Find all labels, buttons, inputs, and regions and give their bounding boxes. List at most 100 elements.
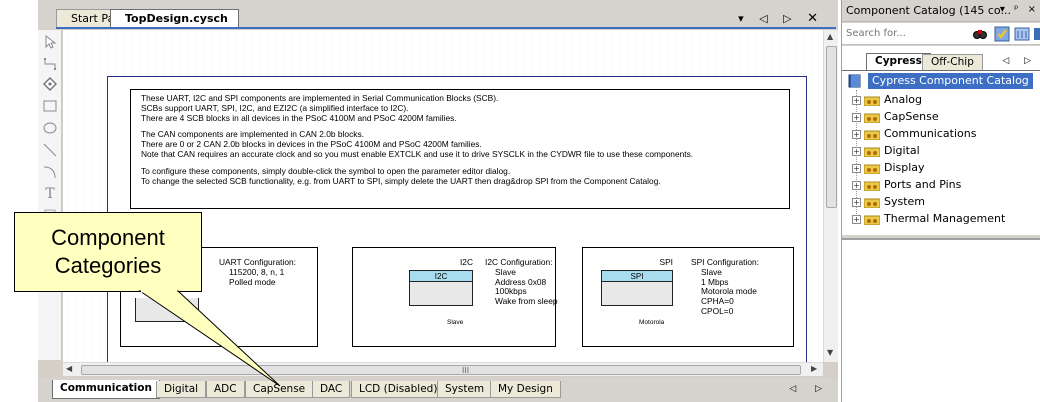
expand-icon[interactable]: + (852, 147, 861, 156)
expand-icon[interactable]: + (852, 113, 861, 122)
uart-symbol-mode: d (192, 311, 196, 319)
filter-icon[interactable] (994, 26, 1010, 42)
vertical-scroll-thumb[interactable] (826, 46, 837, 208)
schematic-canvas[interactable]: These UART, I2C and SPI components are i… (63, 30, 823, 362)
canvas-horizontal-scrollbar[interactable]: ◀ III ▶ (63, 362, 823, 376)
catalog-book-icon (848, 74, 862, 91)
i2c-config-text: I2C Configuration: Slave Address 0x08 10… (485, 257, 558, 307)
scroll-up-icon[interactable]: ▲ (827, 32, 833, 41)
catalog-title-buttons: ▾ ᵖ × (1000, 4, 1039, 15)
annotation-note[interactable]: These UART, I2C and SPI components are i… (130, 89, 790, 209)
tree-node-system[interactable]: + System (852, 195, 1038, 211)
tree-node-ports-and-pins[interactable]: + Ports and Pins (852, 178, 1038, 194)
panel-menu-icon[interactable]: ▾ (1000, 4, 1008, 15)
arc-tool-icon[interactable] (42, 164, 58, 180)
expand-icon[interactable]: + (852, 198, 861, 207)
pin-icon[interactable]: ᵖ (1014, 4, 1021, 15)
tree-node-thermal-management[interactable]: + Thermal Management (852, 212, 1038, 228)
catalog-root-label: Cypress Component Catalog (868, 73, 1033, 89)
text-tool-icon[interactable]: T (42, 186, 58, 202)
tab-list-dropdown-icon[interactable]: ▾ (738, 12, 750, 25)
expand-icon[interactable]: + (852, 164, 861, 173)
component-preview-pane (842, 238, 1040, 402)
catalog-root-node[interactable]: Cypress Component Catalog (848, 73, 1038, 89)
horizontal-scroll-thumb[interactable]: III (81, 365, 801, 375)
i2c-config-value: Wake from sleep (495, 296, 558, 307)
scroll-tabs-right-icon[interactable]: ▷ (783, 12, 797, 25)
find-icon[interactable] (972, 26, 988, 42)
sheet-tab-communication[interactable]: Communication (52, 380, 160, 399)
category-label: Digital (884, 144, 920, 157)
sheet-tab-capsense[interactable]: CapSense (245, 381, 314, 398)
canvas-vertical-scrollbar[interactable]: ▲ ▼ (823, 30, 838, 362)
uart-component-symbol[interactable]: d (135, 298, 199, 322)
spi-symbol-band: SPI (602, 271, 672, 282)
category-folder-icon (863, 214, 881, 226)
sheet-tab-system[interactable]: System (437, 381, 493, 398)
note-paragraph-scb: These UART, I2C and SPI components are i… (141, 93, 779, 123)
sheet-tab-adc[interactable]: ADC (206, 381, 245, 398)
note-line: There are 4 SCB blocks in all devices in… (141, 112, 457, 123)
tree-node-capsense[interactable]: + CapSense (852, 110, 1038, 126)
wire-tool-icon[interactable] (42, 56, 58, 72)
catalog-tree: Cypress Component Catalog + Analog + Cap… (842, 70, 1040, 235)
expand-icon[interactable]: + (852, 181, 861, 190)
category-folder-icon (863, 180, 881, 192)
category-label: Analog (884, 93, 923, 106)
expand-icon[interactable]: + (852, 130, 861, 139)
i2c-config-block: I2C I2C Slave I2C Configuration: Slave A… (352, 247, 558, 347)
schematic-page-tabs: Communication Digital ADC CapSense DAC L… (38, 378, 838, 402)
sheet-tab-my-design[interactable]: My Design (490, 381, 561, 398)
tab-topdesign[interactable]: TopDesign.cysch (110, 9, 239, 29)
line-tool-icon[interactable] (42, 142, 58, 158)
category-folder-icon (863, 163, 881, 175)
tree-node-analog[interactable]: + Analog (852, 93, 1038, 109)
spi-component-symbol[interactable]: SPI (601, 270, 673, 306)
datasheet-icon[interactable] (1034, 26, 1040, 42)
callout-label: Component Categories (14, 224, 202, 280)
i2c-instance-name: I2C (459, 257, 473, 267)
scroll-left-icon[interactable]: ◀ (66, 364, 72, 373)
ellipse-tool-icon[interactable] (42, 120, 58, 136)
schematic-editor: Start Page TopDesign.cysch ▾ ◁ ▷ ✕ T The… (38, 0, 838, 402)
sheet-tab-navigation: ◁ ▷ (789, 384, 830, 394)
sheet-tabs-right-icon[interactable]: ▷ (815, 384, 830, 394)
scroll-tabs-left-icon[interactable]: ◁ (759, 12, 773, 25)
category-label: CapSense (884, 110, 939, 123)
note-paragraph-can: The CAN components are implemented in CA… (141, 130, 779, 159)
close-panel-icon[interactable]: × (1028, 4, 1039, 15)
spi-instance-name: SPI (659, 257, 674, 267)
expand-icon[interactable]: + (852, 96, 861, 105)
catalog-tabs-left-icon[interactable]: ◁ (1002, 56, 1015, 66)
tree-node-display[interactable]: + Display (852, 161, 1038, 177)
catalog-search-bar (842, 23, 1040, 45)
scroll-right-icon[interactable]: ▶ (811, 364, 817, 373)
diamond-tool-icon[interactable] (42, 76, 58, 92)
sheet-tab-dac[interactable]: DAC (312, 381, 351, 398)
close-document-icon[interactable]: ✕ (807, 11, 824, 26)
tab-off-chip[interactable]: Off-Chip (922, 54, 983, 70)
pointer-tool-icon[interactable] (42, 34, 58, 50)
tree-node-communications[interactable]: + Communications (852, 127, 1038, 143)
catalog-title-bar: Component Catalog (145 co... ▾ ᵖ × (842, 0, 1040, 22)
active-tab-underline (56, 27, 836, 29)
library-icon[interactable] (1014, 26, 1030, 42)
catalog-search-input[interactable] (844, 26, 954, 41)
category-folder-icon (863, 197, 881, 209)
catalog-tabs-right-icon[interactable]: ▷ (1024, 56, 1037, 66)
scroll-down-icon[interactable]: ▼ (827, 348, 833, 357)
sheet-tab-lcd[interactable]: LCD (Disabled) (351, 381, 446, 398)
sheet-tab-digital[interactable]: Digital (156, 381, 207, 398)
i2c-component-symbol[interactable]: I2C (409, 270, 473, 306)
category-folder-icon (863, 146, 881, 158)
scroll-grip-icon: III (462, 366, 470, 375)
sheet-tabs-left-icon[interactable]: ◁ (789, 384, 804, 394)
tree-node-digital[interactable]: + Digital (852, 144, 1038, 160)
drawing-toolbox: T (38, 30, 62, 360)
component-catalog-panel: Component Catalog (145 co... ▾ ᵖ × Cypre… (841, 0, 1040, 402)
expand-icon[interactable]: + (852, 215, 861, 224)
callout-line: Component (51, 225, 165, 250)
catalog-tab-strip: Cypress Off-Chip ◁ ▷ (842, 46, 1040, 70)
document-window-controls: ▾ ◁ ▷ ✕ (738, 11, 824, 26)
rectangle-tool-icon[interactable] (42, 98, 58, 114)
